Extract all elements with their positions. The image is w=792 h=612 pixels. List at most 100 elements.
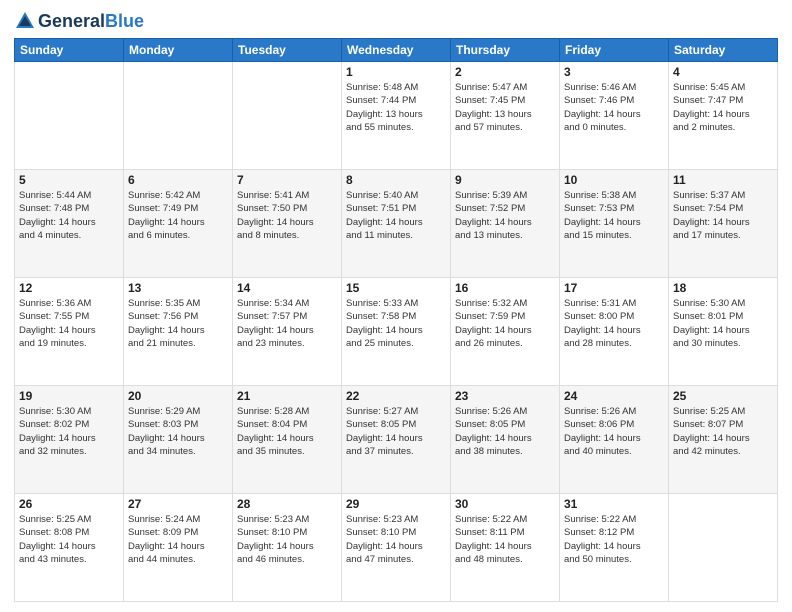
day-number: 4 [673,65,773,79]
day-number: 27 [128,497,228,511]
header: GeneralBlue [14,10,778,32]
day-number: 26 [19,497,119,511]
day-info: Sunrise: 5:28 AM Sunset: 8:04 PM Dayligh… [237,405,337,458]
day-info: Sunrise: 5:45 AM Sunset: 7:47 PM Dayligh… [673,81,773,134]
calendar-cell: 22Sunrise: 5:27 AM Sunset: 8:05 PM Dayli… [342,386,451,494]
day-number: 17 [564,281,664,295]
calendar-cell: 20 Sunrise: 5:29 AM Sunset: 8:03 PM Dayli… [124,386,233,494]
calendar-cell: 8Sunrise: 5:40 AM Sunset: 7:51 PM Daylig… [342,170,451,278]
logo-area: GeneralBlue [14,10,144,32]
day-info: Sunrise: 5:26 AM Sunset: 8:06 PM Dayligh… [564,405,664,458]
day-number: 1 [346,65,446,79]
weekday-header: Wednesday [342,39,451,62]
day-info: Sunrise: 5:33 AM Sunset: 7:58 PM Dayligh… [346,297,446,350]
page: GeneralBlue SundayMondayTuesdayWednesday… [0,0,792,612]
day-info: Sunrise: 5:41 AM Sunset: 7:50 PM Dayligh… [237,189,337,242]
calendar-cell: 15 Sunrise: 5:33 AM Sunset: 7:58 PM Dayli… [342,278,451,386]
calendar-cell: 30Sunrise: 5:22 AM Sunset: 8:11 PM Dayli… [451,494,560,602]
day-number: 31 [564,497,664,511]
weekday-header: Monday [124,39,233,62]
day-number: 19 [19,389,119,403]
weekday-header: Tuesday [233,39,342,62]
day-number: 11 [673,173,773,187]
calendar-week-row: 5 Sunrise: 5:44 AM Sunset: 7:48 PM Daylig… [15,170,778,278]
day-number: 3 [564,65,664,79]
calendar-cell: 14 Sunrise: 5:34 AM Sunset: 7:57 PM Dayli… [233,278,342,386]
day-number: 25 [673,389,773,403]
weekday-header: Saturday [669,39,778,62]
day-number: 20 [128,389,228,403]
day-number: 12 [19,281,119,295]
day-number: 13 [128,281,228,295]
weekday-header: Thursday [451,39,560,62]
calendar-cell: 24 Sunrise: 5:26 AM Sunset: 8:06 PM Dayli… [560,386,669,494]
day-info: Sunrise: 5:22 AM Sunset: 8:12 PM Dayligh… [564,513,664,566]
day-number: 7 [237,173,337,187]
calendar-cell: 2Sunrise: 5:47 AM Sunset: 7:45 PM Daylig… [451,62,560,170]
calendar-cell: 19 Sunrise: 5:30 AM Sunset: 8:02 PM Dayli… [15,386,124,494]
calendar-cell: 27 Sunrise: 5:24 AM Sunset: 8:09 PM Dayli… [124,494,233,602]
calendar-cell: 21 Sunrise: 5:28 AM Sunset: 8:04 PM Dayli… [233,386,342,494]
calendar-cell: 17 Sunrise: 5:31 AM Sunset: 8:00 PM Dayli… [560,278,669,386]
calendar-cell: 7 Sunrise: 5:41 AM Sunset: 7:50 PM Daylig… [233,170,342,278]
day-number: 2 [455,65,555,79]
day-number: 30 [455,497,555,511]
day-info: Sunrise: 5:31 AM Sunset: 8:00 PM Dayligh… [564,297,664,350]
day-info: Sunrise: 5:36 AM Sunset: 7:55 PM Dayligh… [19,297,119,350]
calendar-cell: 11 Sunrise: 5:37 AM Sunset: 7:54 PM Dayli… [669,170,778,278]
day-number: 5 [19,173,119,187]
day-number: 15 [346,281,446,295]
weekday-header-row: SundayMondayTuesdayWednesdayThursdayFrid… [15,39,778,62]
day-info: Sunrise: 5:25 AM Sunset: 8:08 PM Dayligh… [19,513,119,566]
calendar-cell: 23 Sunrise: 5:26 AM Sunset: 8:05 PM Dayli… [451,386,560,494]
calendar-cell: 29 Sunrise: 5:23 AM Sunset: 8:10 PM Dayli… [342,494,451,602]
calendar-cell: 5 Sunrise: 5:44 AM Sunset: 7:48 PM Daylig… [15,170,124,278]
day-number: 23 [455,389,555,403]
day-number: 21 [237,389,337,403]
calendar-cell: 26 Sunrise: 5:25 AM Sunset: 8:08 PM Dayli… [15,494,124,602]
day-number: 24 [564,389,664,403]
calendar-week-row: 12 Sunrise: 5:36 AM Sunset: 7:55 PM Dayli… [15,278,778,386]
calendar-cell: 18 Sunrise: 5:30 AM Sunset: 8:01 PM Dayli… [669,278,778,386]
day-info: Sunrise: 5:30 AM Sunset: 8:02 PM Dayligh… [19,405,119,458]
day-number: 29 [346,497,446,511]
day-info: Sunrise: 5:30 AM Sunset: 8:01 PM Dayligh… [673,297,773,350]
calendar-cell: 9Sunrise: 5:39 AM Sunset: 7:52 PM Daylig… [451,170,560,278]
day-number: 14 [237,281,337,295]
day-info: Sunrise: 5:38 AM Sunset: 7:53 PM Dayligh… [564,189,664,242]
day-info: Sunrise: 5:40 AM Sunset: 7:51 PM Dayligh… [346,189,446,242]
day-info: Sunrise: 5:25 AM Sunset: 8:07 PM Dayligh… [673,405,773,458]
day-info: Sunrise: 5:29 AM Sunset: 8:03 PM Dayligh… [128,405,228,458]
weekday-header: Sunday [15,39,124,62]
day-number: 10 [564,173,664,187]
calendar-cell: 6 Sunrise: 5:42 AM Sunset: 7:49 PM Daylig… [124,170,233,278]
day-info: Sunrise: 5:42 AM Sunset: 7:49 PM Dayligh… [128,189,228,242]
calendar-cell [669,494,778,602]
day-info: Sunrise: 5:27 AM Sunset: 8:05 PM Dayligh… [346,405,446,458]
calendar-cell: 25 Sunrise: 5:25 AM Sunset: 8:07 PM Dayli… [669,386,778,494]
day-info: Sunrise: 5:37 AM Sunset: 7:54 PM Dayligh… [673,189,773,242]
calendar-cell [233,62,342,170]
day-info: Sunrise: 5:39 AM Sunset: 7:52 PM Dayligh… [455,189,555,242]
calendar-cell: 3 Sunrise: 5:46 AM Sunset: 7:46 PM Daylig… [560,62,669,170]
logo-general: GeneralBlue [38,11,144,32]
logo: GeneralBlue [14,10,144,32]
day-info: Sunrise: 5:34 AM Sunset: 7:57 PM Dayligh… [237,297,337,350]
calendar-cell: 31 Sunrise: 5:22 AM Sunset: 8:12 PM Dayli… [560,494,669,602]
day-number: 6 [128,173,228,187]
day-number: 18 [673,281,773,295]
calendar-cell: 28Sunrise: 5:23 AM Sunset: 8:10 PM Dayli… [233,494,342,602]
day-info: Sunrise: 5:44 AM Sunset: 7:48 PM Dayligh… [19,189,119,242]
calendar-week-row: 26 Sunrise: 5:25 AM Sunset: 8:08 PM Dayli… [15,494,778,602]
calendar-cell: 12 Sunrise: 5:36 AM Sunset: 7:55 PM Dayli… [15,278,124,386]
calendar-cell: 1 Sunrise: 5:48 AM Sunset: 7:44 PM Daylig… [342,62,451,170]
day-info: Sunrise: 5:23 AM Sunset: 8:10 PM Dayligh… [346,513,446,566]
calendar-table: SundayMondayTuesdayWednesdayThursdayFrid… [14,38,778,602]
day-info: Sunrise: 5:26 AM Sunset: 8:05 PM Dayligh… [455,405,555,458]
day-info: Sunrise: 5:46 AM Sunset: 7:46 PM Dayligh… [564,81,664,134]
day-number: 28 [237,497,337,511]
calendar-week-row: 1 Sunrise: 5:48 AM Sunset: 7:44 PM Daylig… [15,62,778,170]
day-info: Sunrise: 5:24 AM Sunset: 8:09 PM Dayligh… [128,513,228,566]
calendar-cell: 16Sunrise: 5:32 AM Sunset: 7:59 PM Dayli… [451,278,560,386]
day-info: Sunrise: 5:48 AM Sunset: 7:44 PM Dayligh… [346,81,446,134]
